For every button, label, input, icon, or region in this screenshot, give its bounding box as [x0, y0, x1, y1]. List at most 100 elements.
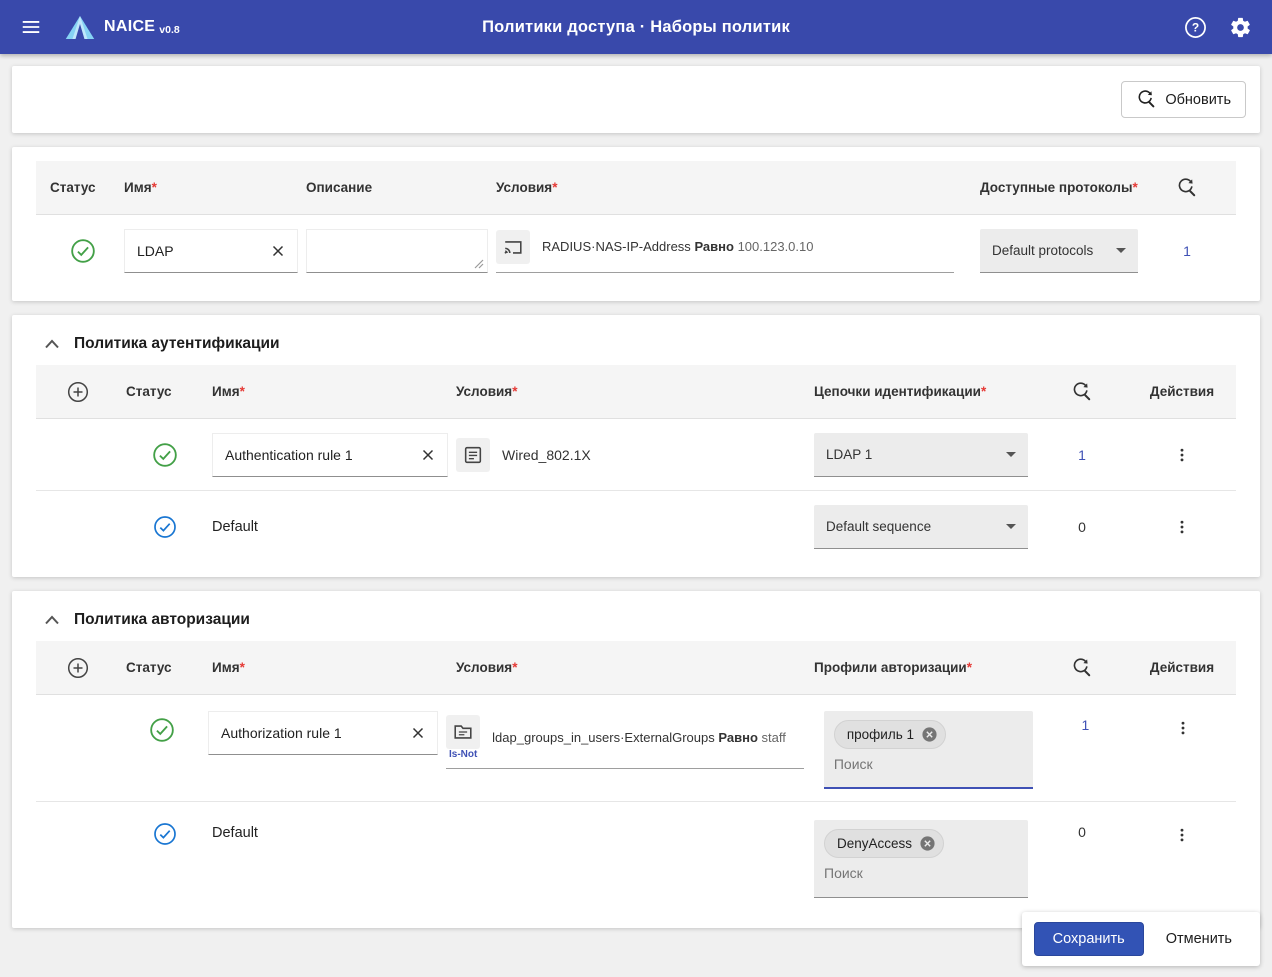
collapse-auth-button[interactable]: [42, 336, 62, 352]
status-ok-icon: [152, 442, 178, 468]
authz-condition[interactable]: Is-Not ldap_groups_in_users·ExternalGrou…: [446, 715, 804, 769]
article-icon: [456, 438, 490, 472]
policy-name-input[interactable]: [137, 243, 265, 259]
row-menu-button[interactable]: [1167, 820, 1197, 850]
condition-text: ldap_groups_in_users·ExternalGroups Равн…: [492, 730, 786, 745]
column-hit-counter[interactable]: [1146, 171, 1236, 205]
cast-icon: [496, 230, 530, 264]
app-logo-icon: [64, 14, 96, 41]
status-default-icon: [153, 822, 177, 846]
collapse-authz-button[interactable]: [42, 612, 62, 628]
column-name-label: Имя: [212, 660, 240, 675]
hamburger-icon: [20, 16, 42, 38]
column-hit-counter[interactable]: [1036, 651, 1136, 685]
condition-text: RADIUS·NAS-IP-Address Равно 100.123.0.10: [542, 239, 813, 254]
authz-profiles-field[interactable]: профиль 1: [824, 711, 1033, 789]
auth-policy-card: Политика аутентификации Статус Имя*: [12, 315, 1260, 577]
auth-rule-name-input[interactable]: [225, 447, 415, 463]
profile-chip[interactable]: профиль 1: [834, 720, 946, 749]
profile-chip[interactable]: DenyAccess: [824, 829, 944, 858]
column-name: Имя*: [212, 654, 456, 681]
add-auth-rule-button[interactable]: [62, 376, 94, 408]
name-cell: [124, 223, 306, 279]
hit-count-cell: 0: [1036, 814, 1136, 846]
column-status: Статус: [36, 174, 124, 201]
add-authz-rule-button[interactable]: [62, 652, 94, 684]
column-conditions: Условия*: [456, 654, 814, 681]
required-marker: *: [152, 180, 157, 195]
authz-policy-table: Статус Имя* Условия* Профили авторизации…: [12, 641, 1260, 928]
protocols-value: Default protocols: [992, 243, 1093, 258]
status-ok-icon: [149, 717, 175, 743]
protocols-select[interactable]: Default protocols: [980, 229, 1138, 273]
hit-counter-refresh-icon: [1071, 657, 1093, 679]
column-actions: Действия: [1136, 654, 1236, 681]
row-menu-button[interactable]: [1167, 512, 1197, 542]
condition-operator: Равно: [694, 239, 734, 254]
kebab-icon: [1173, 518, 1191, 536]
column-status: Статус: [126, 378, 212, 405]
clear-name-button[interactable]: [405, 720, 431, 746]
condition-icon-stack: Is-Not: [446, 715, 480, 760]
app-version: v0.8: [159, 24, 179, 36]
chip-remove-button[interactable]: [919, 835, 936, 852]
menu-button[interactable]: [16, 12, 46, 42]
authz-rule-row: Is-Not ldap_groups_in_users·ExternalGrou…: [36, 695, 1236, 802]
help-button[interactable]: ?: [1180, 12, 1211, 43]
status-cell: [126, 509, 212, 545]
hit-count-link[interactable]: 1: [1082, 717, 1090, 733]
row-menu-button[interactable]: [1168, 713, 1198, 743]
policy-set-row: RADIUS·NAS-IP-Address Равно 100.123.0.10…: [36, 215, 1236, 287]
kebab-icon: [1173, 446, 1191, 464]
policy-set-table: Статус Имя* Описание Условия* Доступные …: [12, 147, 1260, 301]
cancel-button[interactable]: Отменить: [1150, 923, 1248, 955]
profile-chip-label: профиль 1: [847, 727, 914, 742]
authz-profiles-field[interactable]: DenyAccess: [814, 820, 1028, 898]
kebab-icon: [1174, 719, 1192, 737]
policy-condition[interactable]: RADIUS·NAS-IP-Address Равно 100.123.0.10: [496, 230, 954, 273]
auth-rule-row: Wired_802.1X LDAP 1 1: [36, 419, 1236, 491]
hit-count: 0: [1078, 519, 1086, 535]
row-menu-button[interactable]: [1167, 440, 1197, 470]
clear-name-button[interactable]: [415, 442, 441, 468]
auth-condition[interactable]: Wired_802.1X: [456, 438, 794, 472]
required-marker: *: [981, 384, 986, 399]
add-cell: [36, 370, 126, 414]
remove-circle-icon: [921, 726, 938, 743]
hit-count-link[interactable]: 1: [1078, 447, 1086, 463]
identity-chain-cell: LDAP 1: [814, 427, 1036, 483]
clear-name-button[interactable]: [265, 238, 291, 264]
column-name-label: Имя: [212, 384, 240, 399]
gear-icon: [1229, 16, 1252, 39]
status-default-icon: [153, 515, 177, 539]
chip-remove-button[interactable]: [921, 726, 938, 743]
identity-chain-value: LDAP 1: [826, 447, 872, 462]
top-app-bar: NAICE v0.8 Политики доступа · Наборы пол…: [0, 0, 1272, 54]
help-icon: ?: [1184, 16, 1207, 39]
refresh-button[interactable]: Обновить: [1121, 81, 1246, 118]
authz-rule-name-input[interactable]: [221, 725, 405, 741]
folder-icon: [446, 715, 480, 749]
column-chains-label: Цепочки идентификации: [814, 384, 981, 399]
hit-count-cell: 1: [1041, 705, 1139, 739]
condition-operator: Равно: [718, 730, 758, 745]
policy-set-header-row: Статус Имя* Описание Условия* Доступные …: [36, 161, 1236, 215]
spacer-cell: [36, 814, 126, 826]
settings-button[interactable]: [1225, 12, 1256, 43]
profile-search-input[interactable]: [834, 756, 1023, 772]
required-marker: *: [512, 384, 517, 399]
column-actions: Действия: [1136, 378, 1236, 405]
identity-chain-select[interactable]: LDAP 1: [814, 433, 1028, 477]
hit-counter-refresh-icon: [1176, 177, 1198, 199]
column-conditions-label: Условия: [456, 384, 512, 399]
policy-description-textarea[interactable]: [306, 229, 488, 273]
save-button[interactable]: Сохранить: [1034, 922, 1144, 956]
policy-name-field: [124, 229, 298, 273]
column-identity-chains: Цепочки идентификации*: [814, 378, 1036, 405]
column-hit-counter[interactable]: [1036, 375, 1136, 409]
resize-handle-icon[interactable]: [474, 259, 484, 269]
identity-chain-value: Default sequence: [826, 519, 931, 534]
hit-count-link[interactable]: 1: [1183, 243, 1191, 259]
identity-chain-select[interactable]: Default sequence: [814, 505, 1028, 549]
profile-search-input[interactable]: [824, 865, 1018, 881]
